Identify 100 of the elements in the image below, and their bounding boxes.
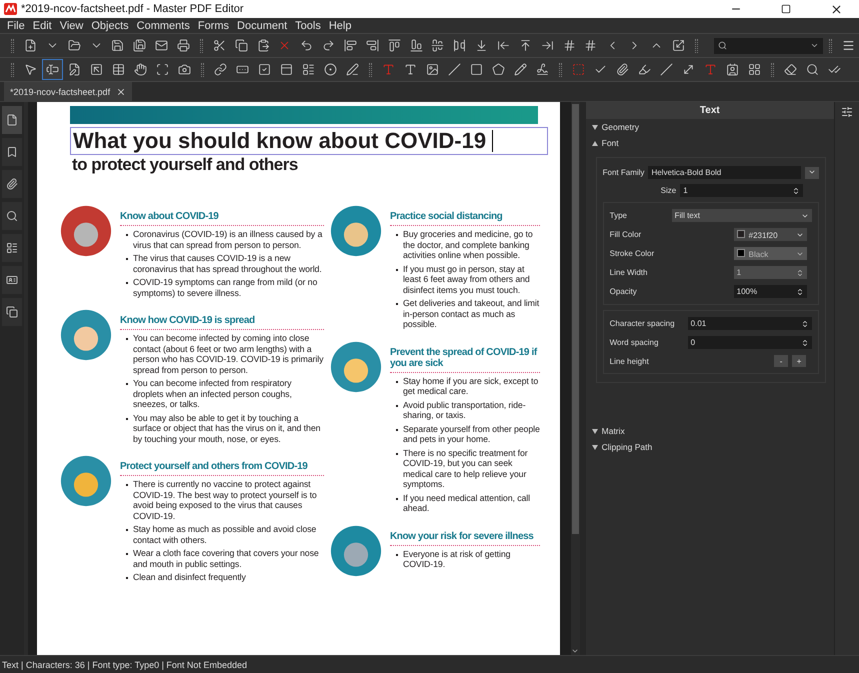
menu-item[interactable]: Edit [28,18,56,34]
spin-field[interactable]: 0 [688,336,812,349]
combo-box-icon[interactable] [280,63,293,76]
hand-icon[interactable] [134,63,147,76]
close-icon[interactable] [116,86,126,96]
camera-icon[interactable] [178,63,191,76]
menu-item[interactable]: Document [233,18,292,34]
resize-icon[interactable] [672,39,685,52]
align-top-icon[interactable] [388,39,401,52]
add-text-icon[interactable] [404,63,417,76]
type-dropdown[interactable]: Fill text [672,209,812,222]
dropdown-caret-icon[interactable] [810,41,820,50]
section-header[interactable]: Matrix [586,423,834,439]
align-right-icon[interactable] [366,39,379,52]
bookmark-icon[interactable] [6,146,18,158]
align-center-icon[interactable] [431,39,444,52]
check-icon[interactable] [828,63,841,76]
spin-arrows-icon[interactable] [796,288,804,296]
distribute-icon[interactable] [453,39,466,52]
collapse-triangle-icon[interactable] [592,140,598,146]
move-right-icon[interactable] [540,39,554,52]
undo-icon[interactable] [300,39,314,52]
align-bottom-icon[interactable] [410,39,423,52]
image-icon[interactable] [426,63,439,76]
move-down-icon[interactable] [475,39,488,52]
save-icon[interactable] [111,39,124,52]
pencil-icon[interactable] [514,63,527,76]
radio-button-icon[interactable] [324,63,337,76]
list-box-icon[interactable] [302,63,315,76]
card-tab[interactable] [2,266,22,294]
align-left-icon[interactable] [344,39,357,52]
line-icon[interactable] [448,63,461,76]
dropdown-button[interactable] [805,166,820,178]
section-header[interactable]: Geometry [586,119,834,135]
rectangle-icon[interactable] [470,63,483,76]
search-icon[interactable] [6,210,18,222]
edit-page-icon[interactable] [68,63,81,76]
highlighter-icon[interactable] [638,63,651,76]
section-header[interactable]: Clipping Path [586,439,834,455]
expand-triangle-icon[interactable] [592,428,598,434]
signature-icon[interactable] [536,63,549,76]
menu-item[interactable]: Forms [194,18,234,34]
move-left-icon[interactable] [496,39,510,52]
spin-field[interactable]: 100% [734,285,807,298]
pages-tab[interactable] [2,298,22,326]
move-up-icon[interactable] [518,39,532,52]
font-family-field[interactable]: Helvetica-Bold Bold [648,166,802,179]
step-button[interactable]: - [774,355,788,367]
document-tab[interactable]: *2019-ncov-factsheet.pdf [4,82,132,101]
color-dropdown[interactable]: #231f20 [734,228,807,241]
redo-icon[interactable] [322,39,336,52]
menu-icon[interactable] [842,39,855,52]
spin-arrows-icon[interactable] [801,338,810,346]
paperclip-icon[interactable] [6,178,18,190]
checkbox-icon[interactable] [258,63,271,76]
polygon-icon[interactable] [492,63,505,76]
menu-item[interactable]: File [3,18,29,34]
section-header[interactable]: Font [586,135,834,151]
spin-arrows-icon[interactable] [792,186,800,194]
snap-grid-icon[interactable] [584,39,598,52]
link-icon[interactable] [214,63,227,76]
text-cursor-button[interactable] [42,59,63,80]
text-icon[interactable] [382,63,395,76]
expand-triangle-icon[interactable] [592,444,598,450]
search-tab[interactable] [2,202,22,230]
grid-icon[interactable] [562,39,576,52]
copy-icon[interactable] [234,39,248,52]
arrow-icon[interactable] [682,63,695,76]
line-icon[interactable] [660,63,673,76]
paperclip-tab[interactable] [2,170,22,198]
crop-icon[interactable] [156,63,169,76]
grid-icon[interactable] [748,63,761,76]
expand-triangle-icon[interactable] [592,124,598,130]
cut-icon[interactable] [212,39,226,52]
spin-arrows-icon[interactable] [801,320,810,328]
text-selection[interactable]: What you should know about COVID-19 [70,127,548,155]
text-box-icon[interactable] [704,63,717,76]
select-area-icon[interactable] [90,63,103,76]
search-field[interactable] [714,38,824,54]
save-as-icon[interactable] [133,39,146,52]
maximize-icon[interactable] [781,4,791,14]
pointer-icon[interactable] [24,63,37,76]
paste-icon[interactable] [256,39,270,52]
page-icon[interactable] [6,114,18,126]
folder-icon[interactable] [68,39,81,52]
pages-icon[interactable] [6,306,18,318]
text-field-icon[interactable] [236,63,249,76]
form-icon[interactable] [112,63,125,76]
menu-item[interactable]: View [56,18,88,34]
layers-icon[interactable] [6,242,18,254]
mail-icon[interactable] [155,39,168,52]
menu-item[interactable]: Help [324,18,356,34]
step-button[interactable]: + [792,355,806,367]
properties-icon[interactable] [841,106,854,118]
paperclip-icon[interactable] [616,63,629,76]
page-tab[interactable] [2,106,22,134]
signature-field-icon[interactable] [346,63,359,76]
scroll-down-icon[interactable] [571,647,580,655]
card-icon[interactable] [6,274,18,286]
layers-tab[interactable] [2,234,22,262]
